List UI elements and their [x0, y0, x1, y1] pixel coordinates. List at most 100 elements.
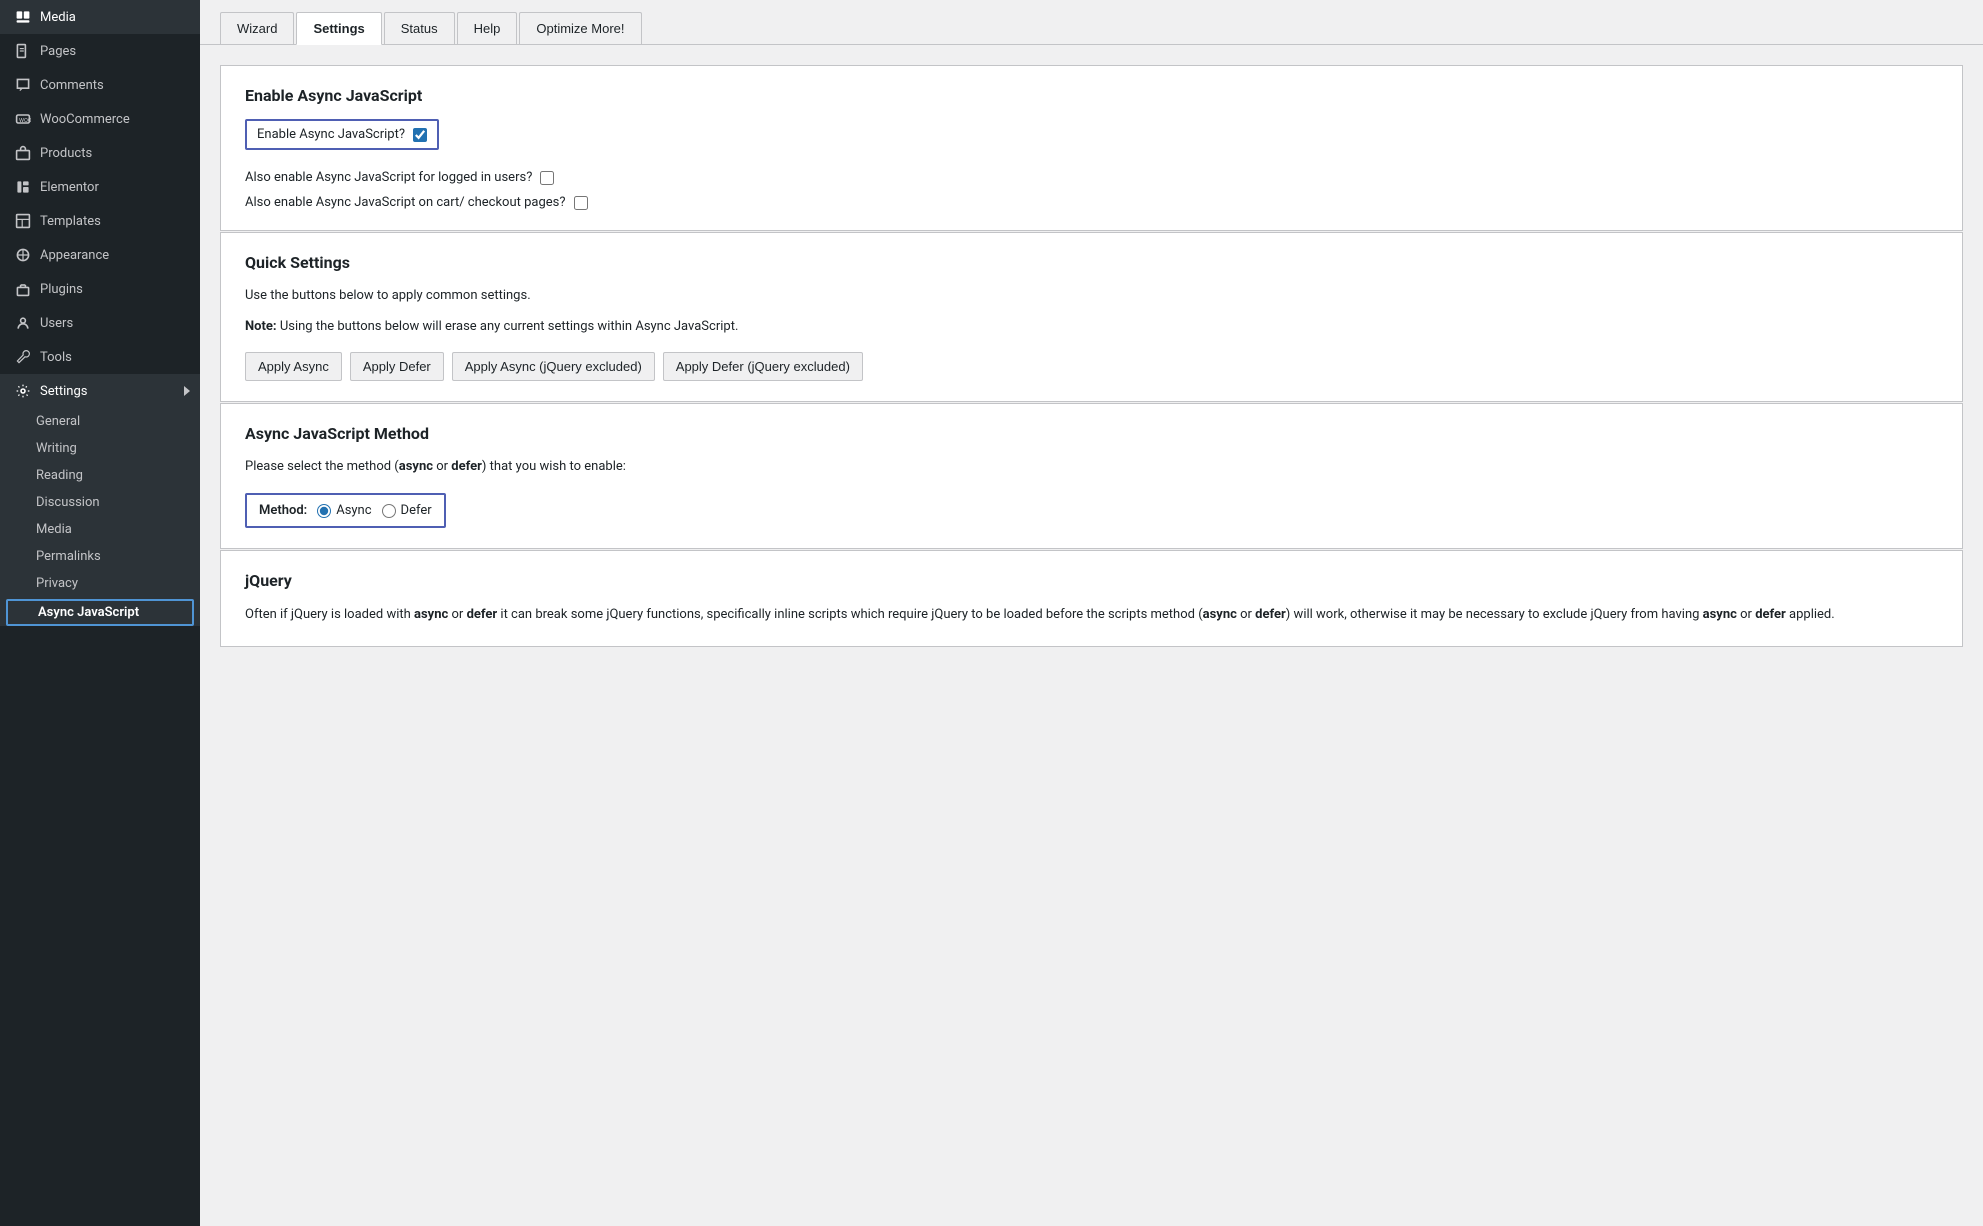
tab-optimize-more[interactable]: Optimize More!	[519, 12, 641, 44]
submenu-media[interactable]: Media	[0, 516, 200, 543]
defer-radio-option[interactable]: Defer	[382, 503, 432, 518]
sidebar-item-media[interactable]: Media	[0, 0, 200, 34]
jquery-text-mid5: or	[1737, 607, 1755, 622]
sidebar-item-plugins[interactable]: Plugins	[0, 272, 200, 306]
sidebar-item-elementor[interactable]: Elementor	[0, 170, 200, 204]
products-icon	[14, 144, 32, 162]
jquery-async-bold2: async	[1203, 607, 1237, 622]
sidebar-item-pages-label: Pages	[40, 44, 76, 59]
svg-text:WOO: WOO	[19, 118, 31, 124]
submenu-discussion[interactable]: Discussion	[0, 489, 200, 516]
tabs-bar: Wizard Settings Status Help Optimize Mor…	[200, 0, 1983, 45]
sidebar-item-comments-label: Comments	[40, 78, 104, 93]
sidebar-item-comments[interactable]: Comments	[0, 68, 200, 102]
method-label: Method:	[259, 503, 307, 518]
async-text: async	[399, 459, 433, 474]
sidebar-item-users[interactable]: Users	[0, 306, 200, 340]
main-content: Wizard Settings Status Help Optimize Mor…	[200, 0, 1983, 1226]
submenu-async-javascript[interactable]: Async JavaScript	[6, 599, 194, 626]
description-suffix: ) that you wish to enable:	[482, 459, 626, 474]
logged-in-checkbox[interactable]	[540, 171, 554, 185]
users-icon	[14, 314, 32, 332]
tools-icon	[14, 348, 32, 366]
apply-defer-button[interactable]: Apply Defer	[350, 352, 444, 381]
sidebar-item-tools-label: Tools	[40, 350, 72, 365]
async-radio-option[interactable]: Async	[317, 503, 371, 518]
comments-icon	[14, 76, 32, 94]
jquery-defer-bold3: defer	[1755, 607, 1786, 622]
section-quick-settings: Quick Settings Use the buttons below to …	[220, 232, 1963, 402]
submenu-writing[interactable]: Writing	[0, 435, 200, 462]
sidebar-item-woocommerce[interactable]: WOO WooCommerce	[0, 102, 200, 136]
description-prefix: Please select the method (	[245, 459, 399, 474]
quick-settings-description: Use the buttons below to apply common se…	[245, 286, 1938, 307]
apply-defer-jquery-button[interactable]: Apply Defer (jQuery excluded)	[663, 352, 863, 381]
sidebar-item-products-label: Products	[40, 146, 92, 161]
sidebar-item-elementor-label: Elementor	[40, 180, 99, 195]
enable-async-js-label: Enable Async JavaScript?	[257, 127, 405, 142]
enable-async-js-checkbox[interactable]	[413, 128, 427, 142]
plugins-icon	[14, 280, 32, 298]
submenu-general[interactable]: General	[0, 408, 200, 435]
submenu-permalinks[interactable]: Permalinks	[0, 543, 200, 570]
submenu-reading[interactable]: Reading	[0, 462, 200, 489]
jquery-defer-bold2: defer	[1255, 607, 1286, 622]
sidebar-item-plugins-label: Plugins	[40, 282, 83, 297]
submenu-privacy[interactable]: Privacy	[0, 570, 200, 597]
jquery-text-mid4: ) will work, otherwise it may be necessa…	[1286, 607, 1703, 622]
tab-settings[interactable]: Settings	[296, 12, 381, 45]
cart-checkbox[interactable]	[574, 196, 588, 210]
async-radio[interactable]	[317, 504, 331, 518]
settings-arrow-icon	[184, 386, 190, 396]
section-jquery: jQuery Often if jQuery is loaded with as…	[220, 550, 1963, 647]
enable-async-js-title: Enable Async JavaScript	[245, 86, 1938, 105]
quick-settings-buttons: Apply Async Apply Defer Apply Async (jQu…	[245, 352, 1938, 381]
jquery-async-bold: async	[414, 607, 448, 622]
apply-async-jquery-button[interactable]: Apply Async (jQuery excluded)	[452, 352, 655, 381]
sidebar: Media Pages Comments WOO WooCommerce Pro…	[0, 0, 200, 1226]
quick-settings-title: Quick Settings	[245, 253, 1938, 272]
jquery-description: Often if jQuery is loaded with async or …	[245, 604, 1938, 626]
async-js-method-title: Async JavaScript Method	[245, 424, 1938, 443]
jquery-async-bold3: async	[1703, 607, 1737, 622]
or-text: or	[433, 459, 451, 474]
section-async-js-method: Async JavaScript Method Please select th…	[220, 403, 1963, 550]
sidebar-item-users-label: Users	[40, 316, 73, 331]
defer-radio[interactable]	[382, 504, 396, 518]
method-selection-row: Method: Async Defer	[245, 493, 446, 528]
appearance-icon	[14, 246, 32, 264]
sidebar-item-templates-label: Templates	[40, 214, 101, 229]
jquery-defer-bold: defer	[467, 607, 498, 622]
sidebar-item-settings[interactable]: Settings	[0, 374, 200, 408]
elementor-icon	[14, 178, 32, 196]
jquery-text-mid1: or	[448, 607, 466, 622]
section-enable-async-js: Enable Async JavaScript Enable Async Jav…	[220, 65, 1963, 231]
tab-wizard[interactable]: Wizard	[220, 12, 294, 44]
async-option-label: Async	[336, 503, 371, 518]
tab-help[interactable]: Help	[457, 12, 518, 44]
jquery-text-end: applied.	[1786, 607, 1835, 622]
enable-async-js-highlighted-row: Enable Async JavaScript?	[245, 119, 439, 150]
sidebar-item-pages[interactable]: Pages	[0, 34, 200, 68]
async-js-method-description: Please select the method (async or defer…	[245, 457, 1938, 478]
templates-icon	[14, 212, 32, 230]
apply-async-button[interactable]: Apply Async	[245, 352, 342, 381]
jquery-title: jQuery	[245, 571, 1938, 590]
sidebar-item-tools[interactable]: Tools	[0, 340, 200, 374]
sidebar-item-templates[interactable]: Templates	[0, 204, 200, 238]
pages-icon	[14, 42, 32, 60]
cart-row: Also enable Async JavaScript on cart/ ch…	[245, 195, 1938, 210]
settings-icon	[14, 382, 32, 400]
jquery-text-mid3: or	[1237, 607, 1255, 622]
settings-content: Enable Async JavaScript Enable Async Jav…	[200, 45, 1983, 668]
note-text: Using the buttons below will erase any c…	[277, 319, 739, 334]
sidebar-item-products[interactable]: Products	[0, 136, 200, 170]
settings-submenu: General Writing Reading Discussion Media…	[0, 408, 200, 626]
jquery-text-mid2: it can break some jQuery functions, spec…	[497, 607, 1202, 622]
sidebar-item-woocommerce-label: WooCommerce	[40, 112, 130, 127]
sidebar-item-appearance[interactable]: Appearance	[0, 238, 200, 272]
cart-label: Also enable Async JavaScript on cart/ ch…	[245, 195, 566, 210]
tab-status[interactable]: Status	[384, 12, 455, 44]
defer-option-label: Defer	[401, 503, 432, 518]
sidebar-item-settings-label: Settings	[40, 384, 87, 399]
